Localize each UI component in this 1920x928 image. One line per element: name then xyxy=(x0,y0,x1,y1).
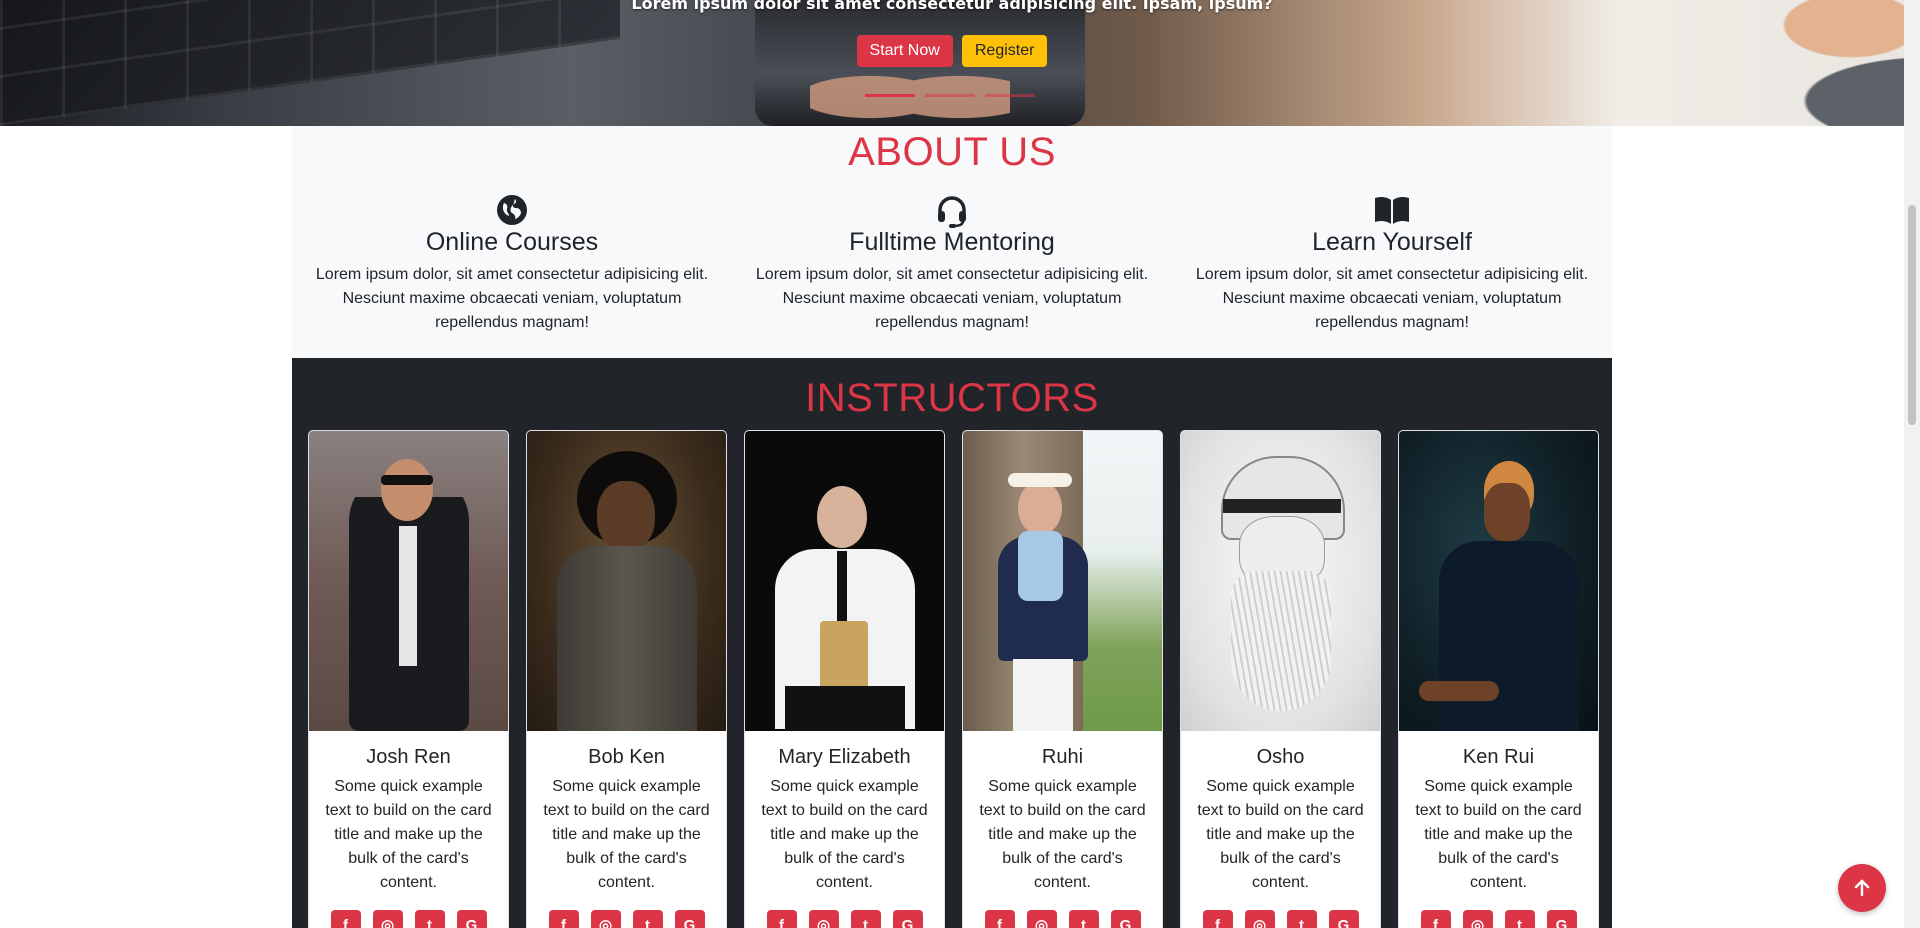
twitter-icon[interactable]: t xyxy=(1504,910,1535,928)
facebook-icon[interactable]: f xyxy=(984,910,1015,928)
instructor-name: Ken Rui xyxy=(1462,746,1535,768)
instructor-card: Ruhi Some quick example text to build on… xyxy=(962,430,1163,928)
instructor-text: Some quick example text to build on the … xyxy=(1197,778,1364,891)
about-title: ABOUT US xyxy=(848,130,1056,174)
carousel-indicators xyxy=(865,94,1035,98)
carousel-indicator-active[interactable] xyxy=(865,94,915,97)
instructor-name: Josh Ren xyxy=(366,746,451,768)
twitter-icon[interactable]: t xyxy=(1068,910,1099,928)
instructor-photo xyxy=(527,431,726,731)
headset-icon xyxy=(938,196,966,228)
instructor-card: Ken Rui Some quick example text to build… xyxy=(1398,430,1599,928)
twitter-icon[interactable]: t xyxy=(850,910,881,928)
google-icon[interactable]: G xyxy=(674,910,705,928)
register-button[interactable]: Register xyxy=(961,35,1048,67)
instructor-text: Some quick example text to build on the … xyxy=(1415,778,1582,891)
instructor-cards: Josh Ren Some quick example text to buil… xyxy=(308,430,1599,928)
social-links: f ◎ t G xyxy=(1181,910,1380,928)
instructor-photo xyxy=(745,431,944,731)
feature-text: Lorem ipsum dolor, sit amet consectetur … xyxy=(755,266,1149,331)
hero-buttons: Start Now Register xyxy=(0,35,1904,67)
back-to-top-button[interactable] xyxy=(1838,864,1886,912)
social-links: f ◎ t G xyxy=(963,910,1162,928)
instagram-icon[interactable]: ◎ xyxy=(1244,910,1275,928)
instructor-card: Bob Ken Some quick example text to build… xyxy=(526,430,727,928)
feature-learn-yourself: Learn Yourself Lorem ipsum dolor, sit am… xyxy=(1172,194,1612,335)
instructors-title: INSTRUCTORS xyxy=(805,376,1099,420)
instagram-icon[interactable]: ◎ xyxy=(1462,910,1493,928)
instructor-photo xyxy=(309,431,508,731)
book-icon xyxy=(1375,196,1409,224)
carousel-indicator[interactable] xyxy=(985,94,1035,97)
page-scrollbar[interactable] xyxy=(1904,0,1920,928)
feature-text: Lorem ipsum dolor, sit amet consectetur … xyxy=(1195,266,1589,331)
facebook-icon[interactable]: f xyxy=(1420,910,1451,928)
google-icon[interactable]: G xyxy=(1110,910,1141,928)
feature-title: Learn Yourself xyxy=(1312,228,1472,256)
facebook-icon[interactable]: f xyxy=(1202,910,1233,928)
hero-tagline: Lorem ipsum dolor sit amet consectetur a… xyxy=(631,0,1273,13)
instructor-photo xyxy=(1181,431,1380,731)
globe-icon xyxy=(497,195,527,225)
feature-title: Fulltime Mentoring xyxy=(849,228,1055,256)
feature-text: Lorem ipsum dolor, sit amet consectetur … xyxy=(315,266,709,331)
instagram-icon[interactable]: ◎ xyxy=(372,910,403,928)
social-links: f ◎ t G xyxy=(1399,910,1598,928)
carousel-indicator[interactable] xyxy=(925,94,975,97)
instructor-text: Some quick example text to build on the … xyxy=(325,778,492,891)
feature-fulltime-mentoring: Fulltime Mentoring Lorem ipsum dolor, si… xyxy=(732,194,1172,335)
twitter-icon[interactable]: t xyxy=(632,910,663,928)
google-icon[interactable]: G xyxy=(892,910,923,928)
start-now-button[interactable]: Start Now xyxy=(856,35,953,67)
instructor-name: Mary Elizabeth xyxy=(778,746,911,768)
feature-title: Online Courses xyxy=(425,228,599,256)
instructor-name: Bob Ken xyxy=(588,746,665,768)
instructor-text: Some quick example text to build on the … xyxy=(543,778,710,891)
instructor-name: Ruhi xyxy=(1041,746,1084,768)
google-icon[interactable]: G xyxy=(1546,910,1577,928)
arrow-up-icon xyxy=(1854,879,1870,897)
twitter-icon[interactable]: t xyxy=(1286,910,1317,928)
instagram-icon[interactable]: ◎ xyxy=(808,910,839,928)
scrollbar-thumb[interactable] xyxy=(1908,205,1916,425)
hero-banner: Lorem ipsum dolor sit amet consectetur a… xyxy=(0,0,1904,126)
instructor-text: Some quick example text to build on the … xyxy=(761,778,928,891)
facebook-icon[interactable]: f xyxy=(548,910,579,928)
instructor-card: Mary Elizabeth Some quick example text t… xyxy=(744,430,945,928)
instructor-photo xyxy=(1399,431,1598,731)
twitter-icon[interactable]: t xyxy=(414,910,445,928)
instructor-card: Josh Ren Some quick example text to buil… xyxy=(308,430,509,928)
instructor-card: Osho Some quick example text to build on… xyxy=(1180,430,1381,928)
instagram-icon[interactable]: ◎ xyxy=(590,910,621,928)
feature-online-courses: Online Courses Lorem ipsum dolor, sit am… xyxy=(292,194,732,335)
social-links: f ◎ t G xyxy=(309,910,508,928)
instructor-name: Osho xyxy=(1256,746,1305,768)
about-section: ABOUT US Online Courses Lorem ipsum dolo… xyxy=(292,126,1612,358)
instructor-text: Some quick example text to build on the … xyxy=(979,778,1146,891)
google-icon[interactable]: G xyxy=(456,910,487,928)
facebook-icon[interactable]: f xyxy=(766,910,797,928)
facebook-icon[interactable]: f xyxy=(330,910,361,928)
instructors-section: INSTRUCTORS Josh Ren Some quick example … xyxy=(292,358,1612,928)
features-row: Online Courses Lorem ipsum dolor, sit am… xyxy=(292,194,1612,335)
instructor-photo xyxy=(963,431,1162,731)
google-icon[interactable]: G xyxy=(1328,910,1359,928)
instagram-icon[interactable]: ◎ xyxy=(1026,910,1057,928)
social-links: f ◎ t G xyxy=(527,910,726,928)
page-viewport: Lorem ipsum dolor sit amet consectetur a… xyxy=(0,0,1904,928)
social-links: f ◎ t G xyxy=(745,910,944,928)
